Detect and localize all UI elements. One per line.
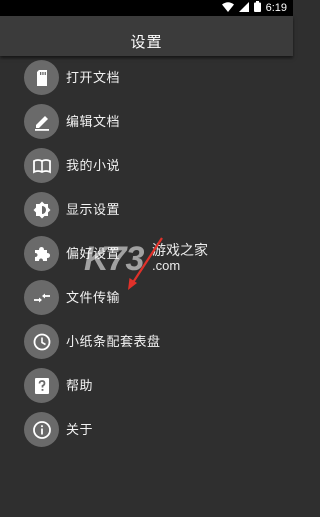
signal-icon: [238, 1, 249, 15]
menu-item-open-document[interactable]: 打开文档: [0, 58, 293, 102]
status-time: 6:19: [265, 2, 287, 14]
info-icon: [24, 412, 59, 447]
brightness-icon: [24, 192, 59, 227]
menu-item-label: 偏好设置: [66, 247, 121, 262]
transfer-icon: [24, 280, 59, 315]
menu-item-label: 帮助: [66, 379, 94, 394]
pencil-icon: [24, 104, 59, 139]
page-title: 设置: [130, 32, 163, 51]
wifi-icon: [221, 1, 234, 15]
puzzle-icon: [24, 236, 59, 271]
menu-item-edit-document[interactable]: 编辑文档: [0, 102, 293, 146]
menu-item-label: 文件传输: [66, 291, 121, 306]
menu-item-label: 显示设置: [66, 203, 121, 218]
menu-item-label: 编辑文档: [66, 115, 121, 130]
book-icon: [24, 148, 59, 183]
menu-item-my-novels[interactable]: 我的小说: [0, 146, 293, 190]
status-bar: 6:19: [0, 0, 293, 16]
menu-item-about[interactable]: 关于: [0, 410, 293, 454]
battery-icon: [253, 1, 261, 15]
clock-icon: [24, 324, 59, 359]
menu-item-watch-face[interactable]: 小纸条配套表盘: [0, 322, 293, 366]
menu-item-label: 我的小说: [66, 159, 121, 174]
red-arrow-icon: [128, 237, 163, 290]
menu-item-label: 打开文档: [66, 71, 121, 86]
menu-item-help[interactable]: 帮助: [0, 366, 293, 410]
help-icon: [24, 368, 59, 403]
app-bar: 设置: [0, 16, 293, 56]
menu-item-label: 关于: [66, 423, 94, 438]
sd-card-icon: [24, 60, 59, 95]
menu-item-label: 小纸条配套表盘: [66, 335, 161, 350]
menu-item-display-settings[interactable]: 显示设置: [0, 190, 293, 234]
